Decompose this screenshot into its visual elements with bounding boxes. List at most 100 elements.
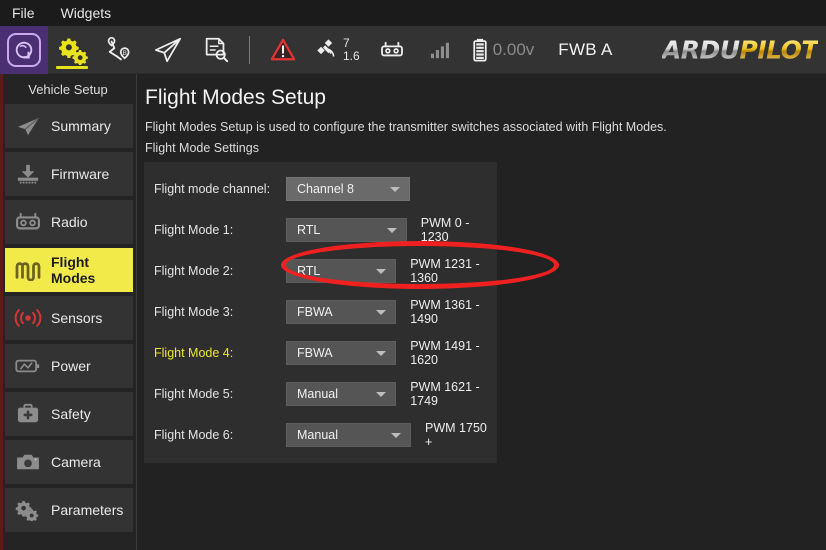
sidebar-item-label: Parameters <box>51 502 123 518</box>
status-rc-button[interactable] <box>368 26 416 74</box>
flight-mode-indicator[interactable]: FWB A <box>558 40 612 60</box>
signal-bars-icon <box>429 40 451 60</box>
fly-plane-icon <box>152 36 184 64</box>
sidebar-item-firmware[interactable]: Firmware <box>5 152 133 196</box>
warning-triangle-icon <box>270 38 296 62</box>
pwm-range: PWM 0 - 1230 <box>421 216 497 244</box>
sidebar-item-label: Sensors <box>51 310 102 326</box>
status-signal-button[interactable] <box>416 26 464 74</box>
flight-mode-channel-label: Flight mode channel: <box>154 182 286 196</box>
dropdown-value: FBWA <box>297 346 333 360</box>
toolbar-button-analyze[interactable] <box>192 26 240 74</box>
plan-route-icon: B <box>105 35 135 65</box>
page-description: Flight Modes Setup is used to configure … <box>145 120 826 134</box>
flight-mode-channel-row: Flight mode channel: Channel 8 <box>144 172 497 205</box>
toolbar-divider <box>249 36 250 64</box>
flight-mode-dropdown[interactable]: RTL <box>286 259 396 283</box>
download-icon <box>13 161 43 187</box>
app-logo-button[interactable] <box>0 26 48 74</box>
dropdown-value: RTL <box>297 223 320 237</box>
flight-mode-dropdown[interactable]: FBWA <box>286 300 396 324</box>
radio-icon <box>13 209 43 235</box>
pwm-range: PWM 1361 - 1490 <box>410 298 497 326</box>
sidebar-item-parameters[interactable]: Parameters <box>5 488 133 532</box>
sidebar-item-radio[interactable]: Radio <box>5 200 133 244</box>
sidebar-item-label: Radio <box>51 214 88 230</box>
flight-mode-channel-dropdown[interactable]: Channel 8 <box>286 177 410 201</box>
status-gps-button[interactable]: 7 1.6 <box>307 26 368 74</box>
chevron-down-icon <box>390 187 400 192</box>
toolbar-button-plan[interactable]: B <box>96 26 144 74</box>
sidebar-item-safety[interactable]: Safety <box>5 392 133 436</box>
camera-icon <box>13 449 43 475</box>
plane-icon <box>13 113 43 139</box>
vehicle-setup-sidebar: Vehicle Setup Summary Firmware <box>0 74 137 550</box>
flight-mode-label: Flight Mode 2: <box>154 264 286 278</box>
flight-mode-label: Flight Mode 6: <box>154 428 286 442</box>
flight-mode-settings-panel: Flight mode channel: Channel 8 Flight Mo… <box>144 162 497 463</box>
flight-mode-label: Flight Mode 4: <box>154 346 286 360</box>
sidebar-item-sensors[interactable]: Sensors <box>5 296 133 340</box>
sidebar-item-label: Summary <box>51 118 111 134</box>
flight-mode-label: Flight Mode 3: <box>154 305 286 319</box>
flight-mode-row: Flight Mode 5: Manual PWM 1621 - 1749 <box>144 377 497 410</box>
main-toolbar: B <box>0 26 826 74</box>
sidebar-item-flight-modes[interactable]: Flight Modes <box>5 248 133 292</box>
settings-gears-icon <box>56 35 88 65</box>
flight-modes-page: Flight Modes Setup Flight Modes Setup is… <box>137 74 826 550</box>
chevron-down-icon <box>376 269 386 274</box>
flight-mode-dropdown[interactable]: RTL <box>286 218 407 242</box>
sidebar-item-label: Safety <box>51 406 91 422</box>
flight-mode-row: Flight Mode 2: RTL PWM 1231 - 1360 <box>144 254 497 287</box>
flight-mode-row-active: Flight Mode 4: FBWA PWM 1491 - 1620 <box>144 336 497 369</box>
waves-icon <box>13 257 43 283</box>
dropdown-value: Manual <box>297 428 338 442</box>
status-battery-button[interactable]: 0.00v <box>464 26 543 74</box>
page-title: Flight Modes Setup <box>145 86 826 110</box>
logo-text-ardu: ARDU <box>662 35 740 64</box>
ardupilot-logo: ARDUPILOT <box>662 35 818 64</box>
gears-icon <box>13 497 43 523</box>
pwm-range: PWM 1750 + <box>425 421 497 449</box>
flight-mode-row: Flight Mode 1: RTL PWM 0 - 1230 <box>144 213 497 246</box>
battery-voltage-value: 0.00v <box>493 40 535 60</box>
flight-mode-label: Flight Mode 1: <box>154 223 286 237</box>
flight-mode-dropdown[interactable]: Manual <box>286 382 396 406</box>
analyze-document-icon <box>202 36 230 64</box>
chevron-down-icon <box>376 351 386 356</box>
flight-mode-label: Flight Mode 5: <box>154 387 286 401</box>
menu-item-widgets[interactable]: Widgets <box>59 0 114 26</box>
flight-mode-dropdown[interactable]: Manual <box>286 423 411 447</box>
chevron-down-icon <box>376 310 386 315</box>
satellite-icon <box>315 37 341 63</box>
svg-text:B: B <box>123 50 128 57</box>
sidebar-item-label: Flight Modes <box>51 254 133 286</box>
gps-readout: 7 1.6 <box>343 37 360 62</box>
toolbar-button-fly[interactable] <box>144 26 192 74</box>
battery-icon <box>472 37 488 63</box>
power-icon <box>13 353 43 379</box>
sidebar-item-power[interactable]: Power <box>5 344 133 388</box>
gps-hdop-value: 1.6 <box>343 50 360 63</box>
pwm-range: PWM 1231 - 1360 <box>410 257 497 285</box>
sidebar-item-camera[interactable]: Camera <box>5 440 133 484</box>
flight-mode-dropdown[interactable]: FBWA <box>286 341 396 365</box>
chevron-down-icon <box>391 433 401 438</box>
status-warning-button[interactable] <box>259 26 307 74</box>
gps-satellite-count: 7 <box>343 37 360 50</box>
dropdown-value: RTL <box>297 264 320 278</box>
chevron-down-icon <box>387 228 397 233</box>
menu-item-file[interactable]: File <box>10 0 37 26</box>
logo-text-pilot: PILOT <box>740 35 818 64</box>
dropdown-value: Manual <box>297 387 338 401</box>
toolbar-button-settings[interactable] <box>48 26 96 74</box>
sidebar-item-summary[interactable]: Summary <box>5 104 133 148</box>
dropdown-value: Channel 8 <box>297 182 354 196</box>
chevron-down-icon <box>376 392 386 397</box>
dropdown-value: FBWA <box>297 305 333 319</box>
section-label: Flight Mode Settings <box>145 141 826 155</box>
sidebar-title: Vehicle Setup <box>0 74 136 104</box>
application-window: File Widgets <box>0 0 826 550</box>
pwm-range: PWM 1621 - 1749 <box>410 380 497 408</box>
qgc-app-icon <box>7 33 41 67</box>
